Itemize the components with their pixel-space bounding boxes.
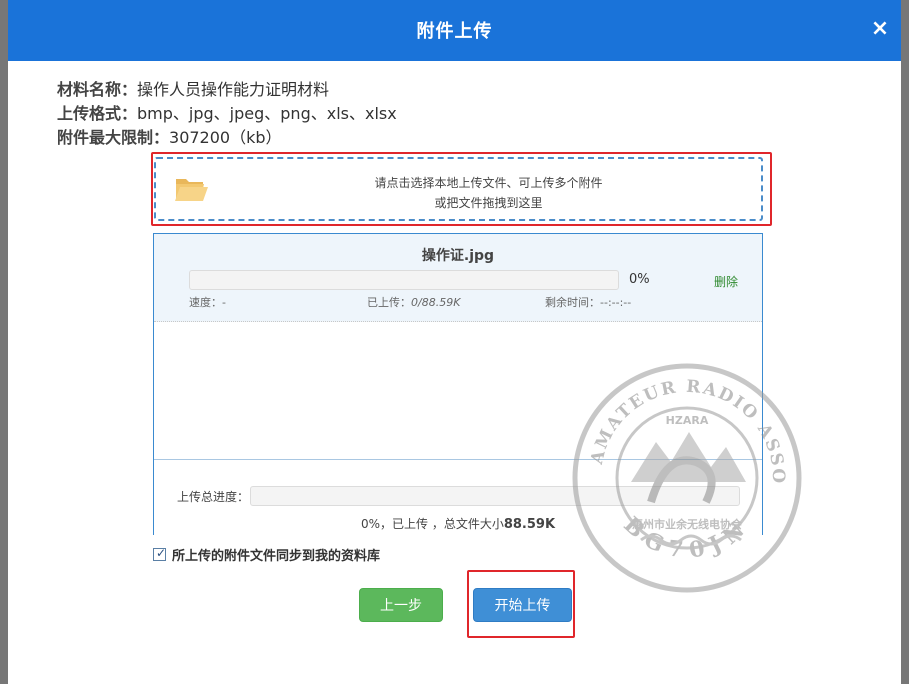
file-uploaded: 已上传：0/88.59K bbox=[367, 294, 460, 310]
speed-label: 速度： bbox=[189, 296, 222, 309]
file-name: 操作证.jpg bbox=[421, 248, 495, 264]
file-item: 操作证.jpg 0% 删除 速度：- 已上传：0/88.59K 剩余时间：--:… bbox=[154, 234, 762, 322]
file-percent: 0% bbox=[629, 272, 650, 287]
folder-open-icon bbox=[175, 179, 208, 201]
max-size-label: 附件最大限制： bbox=[57, 128, 170, 147]
dropzone-line-1: 请点击选择本地上传文件、可上传多个附件 bbox=[374, 176, 603, 190]
background-page-right bbox=[900, 0, 909, 684]
remaining-label: 剩余时间： bbox=[545, 296, 600, 309]
total-progress-section: 上传总进度： 0%，已上传 ，总文件大小88.59K bbox=[154, 459, 762, 535]
material-name-row: 材料名称：操作人员操作能力证明材料 bbox=[57, 78, 397, 102]
material-info: 材料名称：操作人员操作能力证明材料 上传格式：bmp、jpg、jpeg、png、… bbox=[57, 78, 397, 150]
delete-file-link[interactable]: 删除 bbox=[714, 273, 738, 290]
sync-library-option: ✓ 所上传的附件文件同步到我的资料库 bbox=[153, 545, 380, 564]
upload-format-label: 上传格式： bbox=[57, 104, 138, 123]
dialog-title: 附件上传 bbox=[416, 21, 493, 42]
upload-format-value: bmp、jpg、jpeg、png、xls、xlsx bbox=[137, 104, 397, 123]
file-progress-bar bbox=[189, 270, 619, 290]
uploaded-value: 0/88.59K bbox=[411, 296, 461, 309]
file-list-panel: 操作证.jpg 0% 删除 速度：- 已上传：0/88.59K 剩余时间：--:… bbox=[153, 233, 763, 535]
sync-checkbox[interactable]: ✓ bbox=[153, 546, 167, 561]
total-size: 88.59K bbox=[503, 517, 556, 532]
start-upload-button[interactable]: 开始上传 bbox=[473, 588, 572, 622]
material-name-label: 材料名称： bbox=[57, 80, 138, 99]
total-progress-label: 上传总进度： bbox=[177, 490, 250, 504]
file-speed: 速度：- bbox=[189, 294, 226, 310]
file-dropzone[interactable]: 请点击选择本地上传文件、可上传多个附件 或把文件拖拽到这里 bbox=[154, 157, 763, 221]
total-summary-prefix: 0%，已上传 ，总文件大小 bbox=[360, 517, 504, 531]
max-size-row: 附件最大限制：307200（kb） bbox=[57, 126, 397, 150]
total-summary: 0%，已上传 ，总文件大小88.59K bbox=[154, 515, 762, 532]
total-progress-bar bbox=[250, 486, 740, 506]
speed-value: - bbox=[222, 296, 226, 309]
checkmark-icon: ✓ bbox=[156, 546, 167, 560]
uploaded-label: 已上传： bbox=[367, 296, 411, 309]
file-remaining: 剩余时间：--:--:-- bbox=[545, 294, 631, 310]
dialog-header: 附件上传 × bbox=[8, 0, 901, 61]
upload-format-row: 上传格式：bmp、jpg、jpeg、png、xls、xlsx bbox=[57, 102, 397, 126]
close-icon[interactable]: × bbox=[869, 16, 891, 42]
dropzone-text: 请点击选择本地上传文件、可上传多个附件 或把文件拖拽到这里 bbox=[216, 173, 761, 213]
upload-dialog: 附件上传 × 材料名称：操作人员操作能力证明材料 上传格式：bmp、jpg、jp… bbox=[8, 0, 901, 684]
remaining-value: --:--:-- bbox=[600, 296, 632, 309]
material-name-value: 操作人员操作能力证明材料 bbox=[137, 80, 330, 99]
previous-step-button[interactable]: 上一步 bbox=[359, 588, 443, 622]
max-size-value: 307200（kb） bbox=[169, 128, 282, 147]
sync-label[interactable]: 所上传的附件文件同步到我的资料库 bbox=[172, 545, 380, 564]
dropzone-line-2: 或把文件拖拽到这里 bbox=[434, 196, 543, 210]
